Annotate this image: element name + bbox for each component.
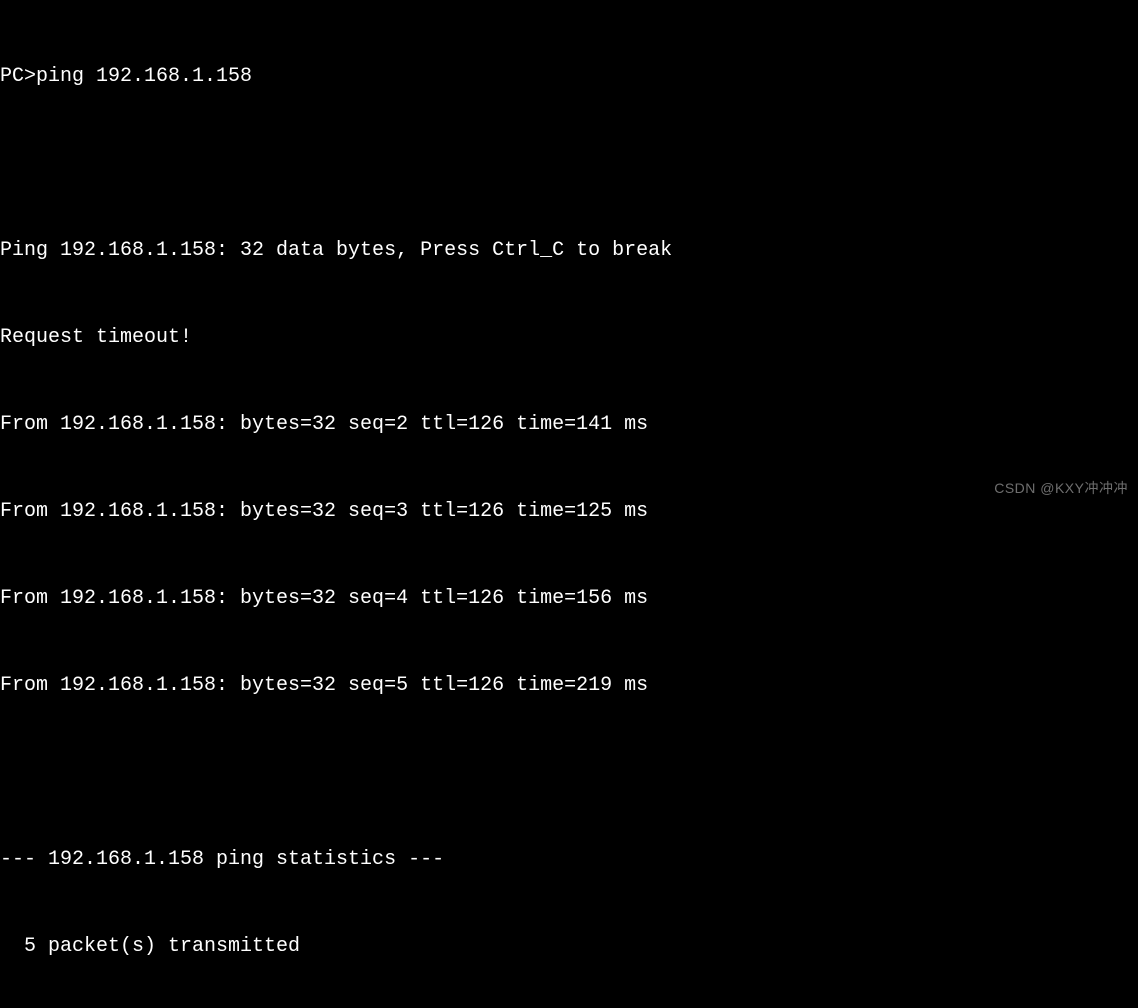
ping-header: Ping 192.168.1.158: 32 data bytes, Press… [0,236,1138,265]
blank-line [0,149,1138,178]
ping-reply: From 192.168.1.158: bytes=32 seq=4 ttl=1… [0,584,1138,613]
ping-reply: From 192.168.1.158: bytes=32 seq=5 ttl=1… [0,671,1138,700]
request-timeout: Request timeout! [0,323,1138,352]
prompt-prefix: PC> [0,65,36,88]
stats-transmitted: 5 packet(s) transmitted [0,932,1138,961]
command-line: PC>ping 192.168.1.158 [0,62,1138,91]
ping-reply: From 192.168.1.158: bytes=32 seq=3 ttl=1… [0,497,1138,526]
watermark-text: CSDN @KXY冲冲冲 [994,478,1128,498]
blank-line [0,758,1138,787]
command-text: ping 192.168.1.158 [36,65,252,88]
stats-header: --- 192.168.1.158 ping statistics --- [0,845,1138,874]
terminal-output[interactable]: PC>ping 192.168.1.158 Ping 192.168.1.158… [0,4,1138,1008]
ping-reply: From 192.168.1.158: bytes=32 seq=2 ttl=1… [0,410,1138,439]
